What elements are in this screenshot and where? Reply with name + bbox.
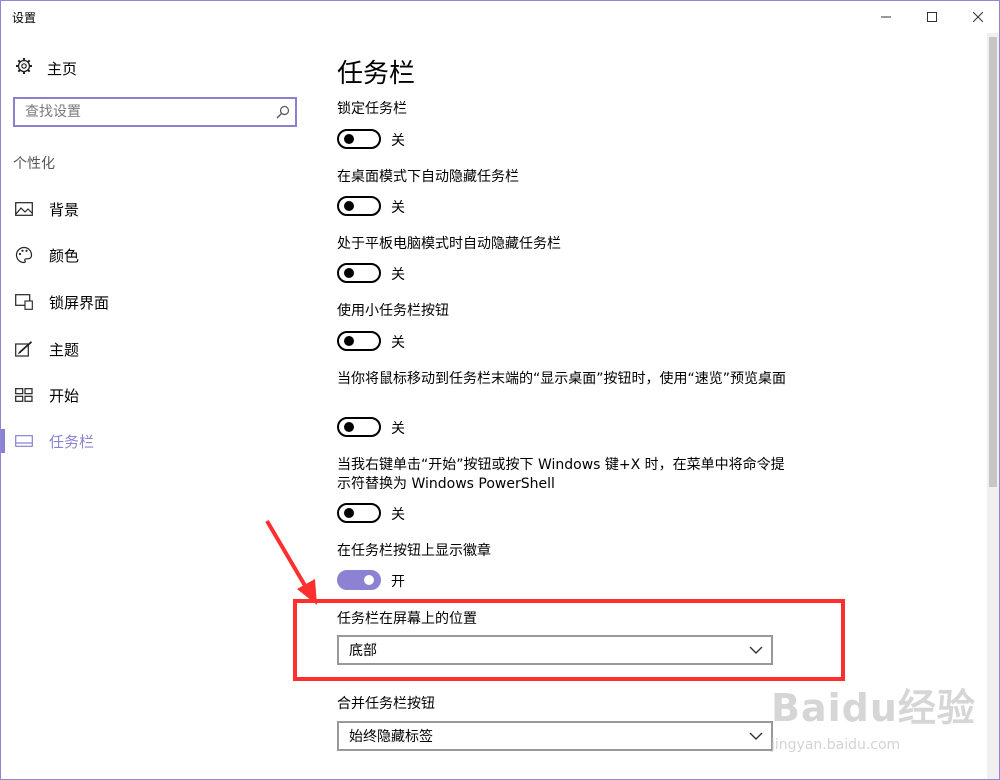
- section-label: 个性化: [13, 156, 55, 172]
- toggle-knob: [344, 336, 354, 346]
- watermark-url: jingyan.baidu.com: [771, 737, 901, 753]
- settings-window: 设置 主页 查找设置 个性化 背景 颜色 锁屏界面 主题 开始 任务栏 任务栏 …: [0, 0, 1000, 780]
- minimize-icon: [881, 16, 891, 18]
- small-buttons-toggle[interactable]: [337, 331, 381, 351]
- annotation-highlight-box: [293, 599, 845, 681]
- sidebar-item-background[interactable]: 背景: [1, 191, 311, 227]
- toggle-state: 关: [391, 267, 405, 283]
- setting-label: 锁定任务栏: [337, 101, 407, 117]
- taskbar-icon: [15, 435, 39, 447]
- sidebar-item-label: 开始: [49, 386, 80, 405]
- setting-label: 在桌面模式下自动隐藏任务栏: [337, 169, 519, 185]
- sidebar-item-theme[interactable]: 主题: [1, 331, 311, 367]
- autohide-tablet-toggle[interactable]: [337, 263, 381, 283]
- sidebar-item-label: 颜色: [49, 246, 80, 265]
- setting-label: 当你将鼠标移动到任务栏末端的“显示桌面”按钮时，使用“速览”预览桌面: [337, 371, 787, 387]
- active-indicator: [1, 429, 5, 453]
- annotation-arrow-icon: [265, 519, 317, 605]
- peek-toggle[interactable]: [337, 417, 381, 437]
- lock-taskbar-toggle[interactable]: [337, 129, 381, 149]
- sidebar-item-label: 背景: [49, 200, 80, 219]
- toggle-state: 关: [391, 200, 405, 216]
- start-tiles-icon: [15, 388, 39, 402]
- autohide-desktop-toggle[interactable]: [337, 196, 381, 216]
- sidebar-item-start[interactable]: 开始: [1, 377, 311, 413]
- toggle-knob: [344, 201, 354, 211]
- watermark: Baidu经验 jingyan.baidu.com: [771, 677, 991, 777]
- picture-icon: [15, 202, 39, 216]
- setting-label: 使用小任务栏按钮: [337, 303, 449, 319]
- close-icon: [973, 12, 983, 22]
- gear-icon: [15, 57, 33, 79]
- scrollbar[interactable]: [987, 33, 999, 779]
- toggle-state: 关: [391, 421, 405, 437]
- toggle-state: 关: [391, 133, 405, 149]
- setting-label: 处于平板电脑模式时自动隐藏任务栏: [337, 236, 561, 252]
- sidebar-item-label: 任务栏: [49, 432, 95, 451]
- palette-icon: [15, 246, 39, 264]
- theme-brush-icon: [15, 341, 39, 357]
- minimize-button[interactable]: [863, 1, 909, 33]
- search-box[interactable]: [13, 97, 297, 127]
- sidebar: 主页 个性化 背景 颜色 锁屏界面: [1, 33, 311, 779]
- lock-screen-icon: [15, 294, 39, 310]
- toggle-knob: [344, 422, 354, 432]
- scrollbar-thumb[interactable]: [989, 37, 997, 487]
- search-icon[interactable]: [271, 105, 295, 119]
- sidebar-item-color[interactable]: 颜色: [1, 237, 311, 273]
- powershell-toggle[interactable]: [337, 503, 381, 523]
- toggle-state: 开: [391, 574, 405, 590]
- maximize-icon: [927, 12, 937, 22]
- toggle-state: 关: [391, 335, 405, 351]
- sidebar-item-lock-screen[interactable]: 锁屏界面: [1, 284, 311, 320]
- toggle-state: 关: [391, 507, 405, 523]
- close-button[interactable]: [955, 1, 999, 33]
- toggle-knob: [364, 575, 374, 585]
- window-title: 设置: [12, 11, 37, 25]
- combine-buttons-select[interactable]: 始终隐藏标签: [337, 721, 773, 751]
- toggle-knob: [344, 268, 354, 278]
- watermark-brand: Baidu经验: [771, 686, 976, 730]
- page-title: 任务栏: [337, 59, 416, 89]
- sidebar-item-taskbar[interactable]: 任务栏: [1, 423, 311, 459]
- setting-label: 合并任务栏按钮: [337, 696, 435, 712]
- home-label: 主页: [47, 59, 78, 78]
- sidebar-home[interactable]: 主页: [15, 57, 77, 79]
- maximize-button[interactable]: [909, 1, 955, 33]
- badges-toggle[interactable]: [337, 570, 381, 590]
- toggle-knob: [344, 134, 354, 144]
- toggle-knob: [344, 508, 354, 518]
- search-input[interactable]: [15, 99, 271, 125]
- title-bar: 设置: [1, 1, 999, 33]
- setting-label: 当我右键单击“开始”按钮或按下 Windows 键+X 时，在菜单中将命令提示符…: [337, 457, 785, 492]
- chevron-down-icon: [741, 732, 771, 740]
- sidebar-item-label: 锁屏界面: [49, 293, 110, 312]
- setting-label: 在任务栏按钮上显示徽章: [337, 543, 491, 559]
- sidebar-item-label: 主题: [49, 340, 80, 359]
- select-value: 始终隐藏标签: [349, 729, 433, 745]
